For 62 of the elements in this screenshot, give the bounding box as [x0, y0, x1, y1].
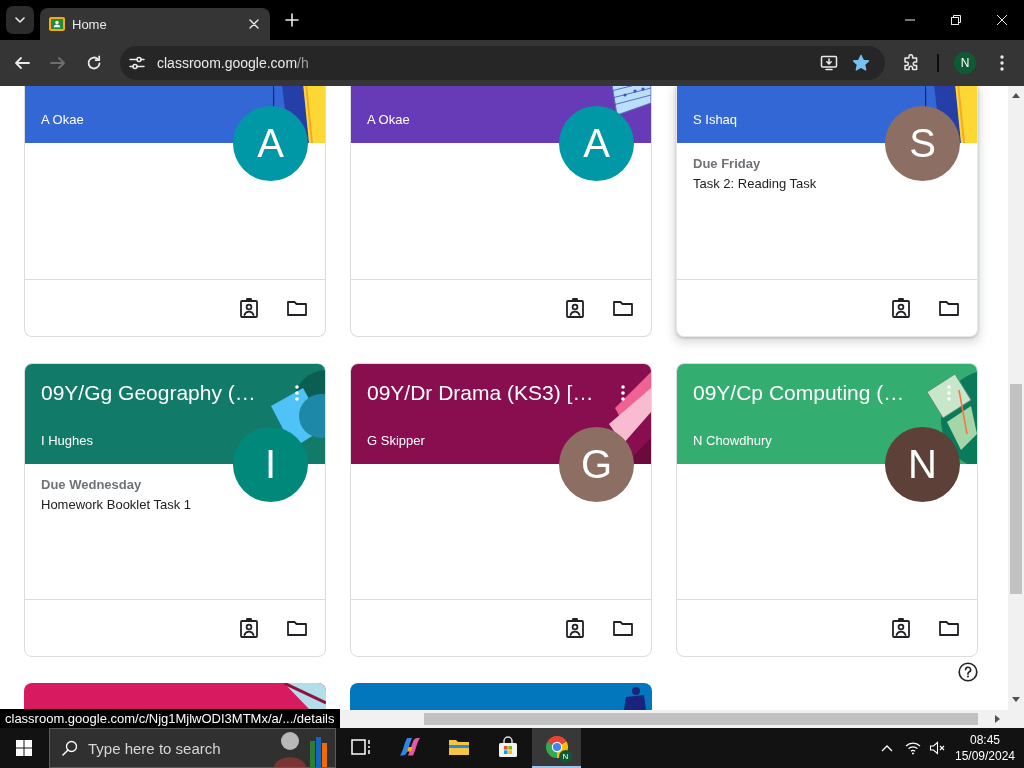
- scroll-down-icon[interactable]: [1012, 697, 1020, 702]
- vertical-scrollbar[interactable]: [1008, 86, 1024, 710]
- puzzle-piece-icon[interactable]: [902, 54, 920, 72]
- scrollbar-thumb[interactable]: [1010, 384, 1022, 594]
- round-logo-icon: [544, 735, 569, 759]
- class-title[interactable]: 09Y/Dr Drama (KS3) […: [367, 379, 594, 407]
- tab-search-button[interactable]: [6, 6, 34, 34]
- teacher-name: N Chowdhury: [693, 432, 772, 450]
- speaker-muted-icon[interactable]: [929, 740, 945, 756]
- assignment-link[interactable]: Task 2: Reading Task: [693, 174, 817, 194]
- help-icon[interactable]: [958, 662, 978, 682]
- install-app-icon[interactable]: [820, 54, 838, 72]
- person-badge-icon[interactable]: [564, 297, 586, 319]
- teacher-name: S Ishaq: [693, 111, 738, 129]
- close-icon[interactable]: [249, 19, 259, 29]
- scroll-right-icon[interactable]: [995, 715, 1000, 723]
- back-icon[interactable]: [14, 55, 30, 71]
- tab-title: Home: [72, 16, 107, 32]
- browser-tab[interactable]: Home: [40, 8, 270, 40]
- due-label: Due Friday: [693, 155, 761, 173]
- chevron-up-icon[interactable]: [881, 744, 893, 752]
- assignment-link[interactable]: Homework Booklet Task 1: [41, 495, 192, 515]
- reload-icon[interactable]: [86, 55, 102, 71]
- ribbon-logo-icon: [397, 735, 422, 759]
- person-badge-icon[interactable]: [890, 617, 912, 639]
- search-icon: [62, 740, 78, 756]
- teacher-name: I Hughes: [41, 432, 94, 450]
- more-options-icon[interactable]: [1000, 55, 1004, 71]
- more-options-icon[interactable]: [621, 385, 625, 401]
- paper-drawing: [284, 683, 326, 710]
- site-settings-icon[interactable]: [129, 55, 145, 71]
- profile-badge: N: [559, 750, 572, 763]
- teacher-name: A Okae: [41, 111, 84, 129]
- wifi-icon[interactable]: [905, 740, 921, 756]
- clock-time[interactable]: 08:45: [970, 732, 1000, 748]
- due-label: Due Wednesday: [41, 476, 142, 494]
- search-placeholder: Type here to search: [88, 739, 221, 757]
- caret-down-icon: [15, 17, 25, 23]
- scroll-up-icon[interactable]: [1012, 93, 1020, 98]
- person-badge-icon[interactable]: [238, 617, 260, 639]
- scrollbar-thumb[interactable]: [424, 713, 978, 725]
- link-preview-tooltip: classroom.google.com/c/Njg1MjlwODI3MTMx/a/.../details: [0, 709, 341, 728]
- person-badge-icon[interactable]: [238, 297, 260, 319]
- star-icon[interactable]: [852, 54, 870, 72]
- taskbar-app-button[interactable]: N: [532, 728, 581, 768]
- teacher-name: A Okae: [367, 111, 410, 129]
- address-bar[interactable]: classroom.google.com/h: [120, 46, 885, 80]
- shapes-drawing: [624, 687, 646, 710]
- url-text: classroom.google.com/h: [157, 55, 309, 71]
- clock-date[interactable]: 15/09/2024: [954, 748, 1016, 764]
- restore-icon[interactable]: [951, 15, 961, 25]
- person-badge-icon[interactable]: [564, 617, 586, 639]
- person-badge-icon[interactable]: [890, 297, 912, 319]
- more-options-icon[interactable]: [295, 385, 299, 401]
- search-field[interactable]: Type here to search: [49, 728, 336, 768]
- profile-button[interactable]: N: [954, 52, 976, 74]
- class-title[interactable]: 09Y/Gg Geography (…: [41, 379, 256, 407]
- close-icon[interactable]: [997, 15, 1007, 25]
- windows-logo-icon[interactable]: [16, 740, 32, 756]
- plus-icon[interactable]: [285, 13, 299, 27]
- classroom-favicon-icon: [49, 16, 65, 32]
- teacher-name: G Skipper: [367, 432, 425, 450]
